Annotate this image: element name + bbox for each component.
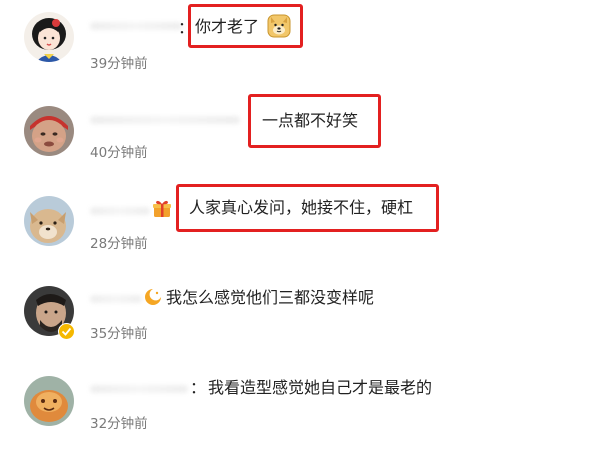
username-blurred [90,385,188,393]
username-blurred [90,22,182,30]
comment-item: 我怎么感觉他们三都没变样呢 35分钟前 [0,270,600,360]
username-blurred [90,116,240,124]
comment-text: 我看造型感觉她自己才是最老的 [208,378,433,397]
comment-time: 40分钟前 [90,145,148,161]
comment-text: 人家真心发问，她接不住，硬杠 [189,198,414,217]
gift-badge-icon [152,199,172,219]
username-blurred [90,207,150,215]
comment-text: 你才老了 [195,17,260,36]
username-blurred [90,295,142,303]
doge-emoji [267,14,291,38]
avatar[interactable] [24,196,74,246]
verified-badge-icon [58,323,75,340]
comment-text: 一点都不好笑 [262,111,359,130]
comment-time: 39分钟前 [90,56,148,72]
comment-colon: ： [190,378,207,397]
comment-item: ： 我看造型感觉她自己才是最老的 32分钟前 [0,360,600,450]
comment-time: 35分钟前 [90,326,148,342]
avatar-image [24,376,74,426]
avatar-image [24,12,74,62]
avatar[interactable] [24,376,74,426]
avatar-image [24,106,74,156]
comment-time: 28分钟前 [90,236,148,252]
avatar-image [24,196,74,246]
comment-text: 我怎么感觉他们三都没变样呢 [166,288,375,307]
comment-time: 32分钟前 [90,416,148,432]
comment-item: 一点都不好笑 40分钟前 [0,90,600,180]
avatar[interactable] [24,12,74,62]
fan-badge-icon [144,288,162,306]
avatar[interactable] [24,106,74,156]
comment-item: ： 你才老了 39分钟前 [0,0,600,90]
comment-item: 人家真心发问，她接不住，硬杠 28分钟前 [0,180,600,270]
